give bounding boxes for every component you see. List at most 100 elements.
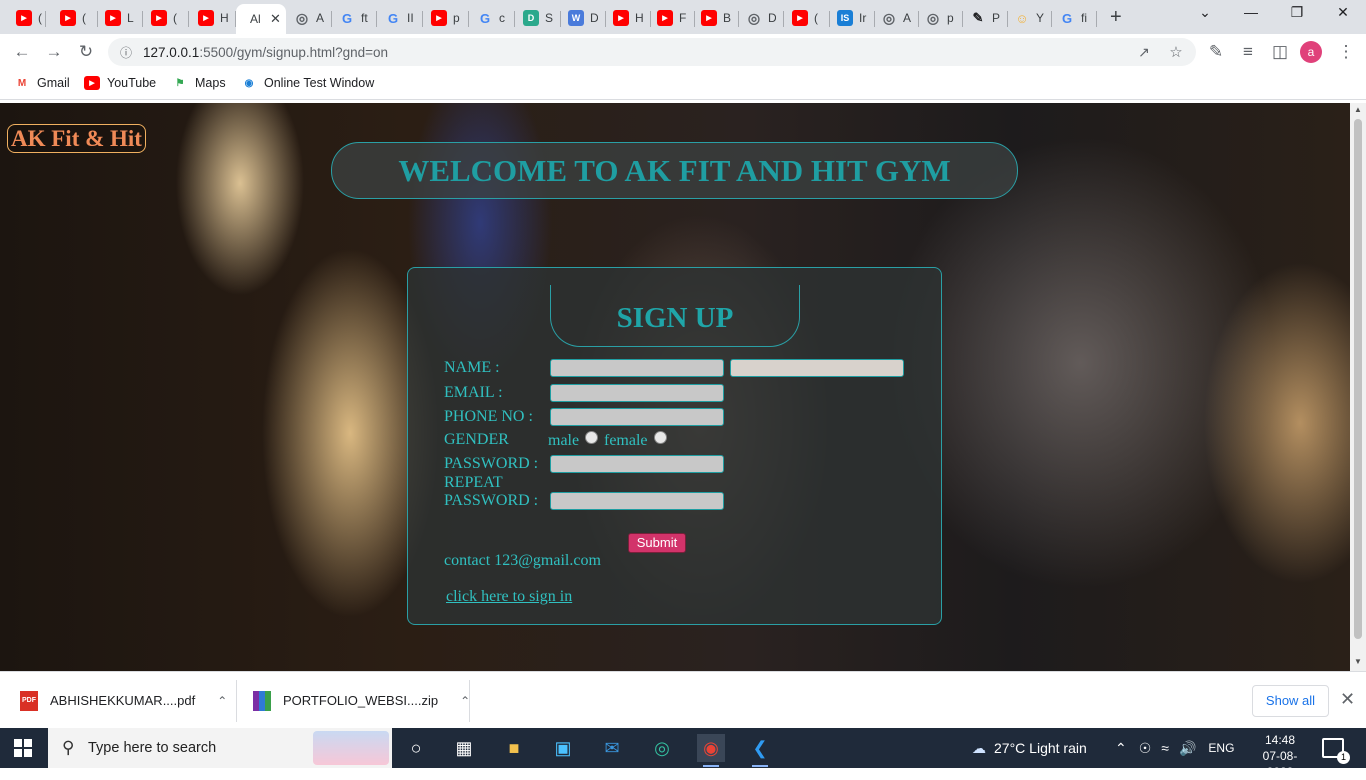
browser-tab[interactable]: Gc [469,4,515,32]
phone-input[interactable] [550,408,724,426]
vscode-icon[interactable]: ❮ [746,734,774,767]
test-window-icon: ◉ [244,77,254,89]
browser-tab[interactable]: ▶( [784,4,830,32]
volume-icon[interactable]: 🔊 [1179,740,1196,757]
show-all-button[interactable]: Show all [1252,685,1329,717]
close-downloads-icon[interactable]: ✕ [1340,689,1355,710]
google-icon: G [341,10,353,26]
task-view-icon[interactable]: ▦ [450,734,478,762]
bookmark-youtube[interactable]: ▶ YouTube [84,76,156,90]
browser-tab[interactable]: ▶ L [97,4,143,32]
browser-tab[interactable]: IS Ir [829,4,875,32]
bookmark-star-icon[interactable]: ☆ [1164,40,1188,64]
browser-tab[interactable]: ◎ A [286,4,332,32]
browser-tab[interactable]: DS [515,4,561,32]
tab-search-button[interactable]: ⌄ [1190,4,1220,21]
windows-start-icon[interactable] [14,739,32,757]
browser-tab[interactable]: ◎ A [873,4,919,32]
forward-icon[interactable]: → [42,40,66,64]
media-control-icon[interactable]: ≡ [1236,40,1260,64]
tab-title: p [453,11,460,25]
meet-icon[interactable]: ☉ [1139,740,1152,757]
site-logo[interactable]: AK Fit & Hit [7,124,146,153]
browser-tab[interactable]: WD [560,4,606,32]
mail-icon[interactable]: ✉ [598,734,626,762]
browser-tab[interactable]: ▶ H [190,4,236,32]
language-indicator[interactable]: ENG [1208,741,1234,755]
email-input[interactable] [550,384,724,402]
female-radio[interactable] [654,431,667,444]
chevron-up-icon[interactable]: ⌃ [1115,740,1127,757]
page-scrollbar[interactable]: ▲ ▼ [1350,103,1366,671]
browser-tab[interactable]: ▶ H [605,4,651,32]
site-info-icon[interactable]: ⓘ [120,44,136,60]
tab-title: p [947,11,954,25]
minimize-button[interactable]: — [1236,4,1266,20]
browser-tab[interactable]: ▶( [8,4,46,32]
bookmark-label: Online Test Window [264,76,375,90]
google-icon: G [1061,10,1073,26]
browser-tab[interactable]: ▶ F [649,4,695,32]
chevron-up-icon[interactable]: ⌃ [217,694,227,708]
back-icon[interactable]: ← [10,40,34,64]
browser-tab[interactable]: ☺ Y [1006,4,1052,32]
browser-tab[interactable]: Gft [331,4,377,32]
close-tab-icon[interactable]: ✕ [270,11,281,27]
first-name-input[interactable] [550,359,724,377]
search-icon: ⚲ [62,738,75,757]
notification-icon[interactable]: 1 [1322,738,1350,764]
scrollbar-thumb[interactable] [1354,119,1362,639]
edge-icon[interactable]: ◎ [648,734,676,762]
file-explorer-icon[interactable]: ■ [500,734,528,762]
bookmark-online-test-window[interactable]: ◉ Online Test Window [241,76,375,90]
tab-title: Ir [859,11,867,25]
cortana-icon[interactable]: ○ [402,734,430,762]
browser-tab[interactable]: G II [377,4,423,32]
side-panel-icon[interactable]: ◫ [1268,40,1292,64]
browser-tab[interactable]: ◎ D [738,4,784,32]
extensions-icon[interactable]: ✎ [1204,40,1228,64]
bookmark-gmail[interactable]: M Gmail [14,76,70,90]
maximize-button[interactable]: ❐ [1282,4,1312,21]
female-label: female [604,432,648,449]
windows-taskbar: ⚲ Type here to search ○ ▦ ■ ▣ ✉ ◎ ◉ ❮ ☁ … [0,728,1366,779]
sign-in-link[interactable]: click here to sign in [446,588,572,606]
address-bar[interactable]: ⓘ 127.0.0.1:5500/gym/signup.html?gnd=on … [108,38,1196,66]
browser-tab[interactable]: ✎ P [962,4,1008,32]
share-icon[interactable]: ↗ [1132,40,1156,64]
browser-tab[interactable]: Al ✕ [236,4,286,34]
chrome-icon[interactable]: ◉ [697,734,725,767]
taskbar-search[interactable]: ⚲ Type here to search [48,728,392,768]
wifi-icon[interactable]: ≈ [1161,740,1169,756]
repeat-password-input[interactable] [550,492,724,510]
browser-tab[interactable]: ▶( [143,4,189,32]
bookmark-label: Gmail [37,76,70,90]
bookmark-maps[interactable]: ⚑ Maps [172,76,226,90]
tab-title: D [590,11,598,25]
close-window-button[interactable]: ✕ [1328,4,1358,21]
scroll-up-icon[interactable]: ▲ [1354,105,1362,114]
browser-tab[interactable]: Gfi [1051,4,1097,32]
weather-widget[interactable]: ☁ 27°C Light rain [972,728,1087,768]
browser-tab[interactable]: ▶( [52,4,98,32]
password-input[interactable] [550,455,724,473]
reload-icon[interactable]: ↻ [74,40,98,64]
download-item-pdf[interactable]: PDF ABHISHEKKUMAR....pdf ⌃ [20,672,227,729]
browser-tab[interactable]: ▶ p [423,4,469,32]
download-item-zip[interactable]: PORTFOLIO_WEBSI....zip ⌃ [253,672,470,729]
clock[interactable]: 14:48 07-08-2022 [1250,732,1310,780]
tab-title: H [635,11,643,25]
youtube-icon: ▶ [60,10,76,26]
microsoft-store-icon[interactable]: ▣ [549,734,577,762]
last-name-input[interactable] [730,359,904,377]
pen-icon: ✎ [972,10,984,25]
tab-title: A [316,11,324,25]
profile-avatar[interactable]: a [1300,41,1322,63]
new-tab-button[interactable]: + [1110,6,1122,28]
submit-button[interactable]: Submit [628,533,686,553]
scroll-down-icon[interactable]: ▼ [1354,657,1362,666]
browser-tab[interactable]: ▶ B [693,4,739,32]
male-radio[interactable] [585,431,598,444]
browser-tab[interactable]: ◎ p [917,4,963,32]
menu-icon[interactable]: ⋮ [1334,40,1358,64]
